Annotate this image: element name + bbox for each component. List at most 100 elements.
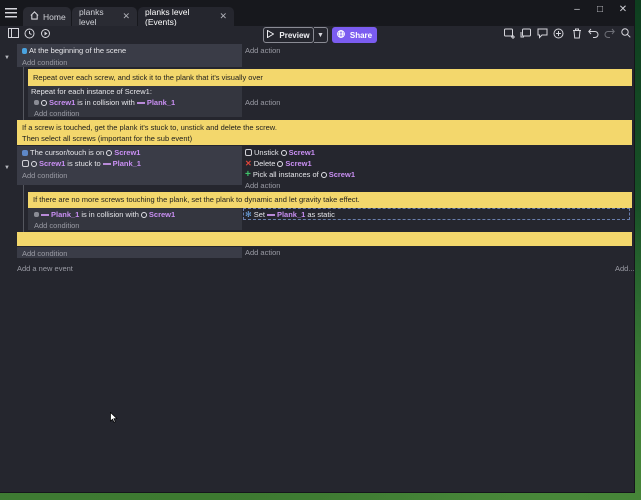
preview-button[interactable]: Preview bbox=[263, 27, 314, 43]
physics-gear-icon: ✻ bbox=[245, 210, 252, 219]
collapse-chevron-icon[interactable]: ▼ bbox=[4, 165, 10, 171]
delete-icon[interactable] bbox=[570, 28, 584, 42]
condition-stuck-to[interactable]: Screw1 is stuck to Plank_1 bbox=[22, 159, 141, 168]
add-more-link[interactable]: Add... bbox=[615, 264, 635, 273]
add-comment-icon[interactable] bbox=[535, 28, 549, 42]
comment-block[interactable]: Repeat over each screw, and stick it to … bbox=[28, 69, 632, 86]
object-name: Screw1 bbox=[49, 98, 76, 107]
comment-line-1: If a screw is touched, get the plank it'… bbox=[22, 123, 277, 132]
condition-text: is in collision with bbox=[77, 98, 135, 107]
globe-icon bbox=[336, 30, 345, 40]
action-text: Delete bbox=[253, 159, 276, 168]
screw-object-icon bbox=[41, 99, 47, 106]
tab-home-label: Home bbox=[43, 11, 66, 22]
hamburger-menu-icon[interactable] bbox=[5, 7, 19, 19]
collapse-chevron-icon[interactable]: ▼ bbox=[4, 55, 10, 61]
share-label: Share bbox=[349, 30, 373, 40]
screw-object-icon bbox=[140, 211, 147, 218]
action-text: as static bbox=[307, 210, 335, 219]
close-window-button[interactable]: ✕ bbox=[613, 4, 633, 15]
add-action-link[interactable]: Add action bbox=[245, 248, 280, 257]
add-condition-link[interactable]: Add condition bbox=[34, 109, 79, 118]
action-pick-all[interactable]: + Pick all instances of Screw1 bbox=[245, 168, 355, 180]
add-event-icon[interactable] bbox=[503, 28, 517, 42]
search-icon[interactable] bbox=[619, 28, 633, 42]
add-other-icon[interactable] bbox=[551, 28, 565, 42]
action-set-static[interactable]: ✻ Set Plank_1 as static bbox=[245, 210, 335, 219]
home-icon bbox=[30, 11, 39, 22]
action-text: Unstick bbox=[254, 148, 279, 157]
add-condition-link[interactable]: Add condition bbox=[34, 221, 79, 230]
tab-home[interactable]: Home bbox=[23, 7, 71, 26]
panels-icon[interactable] bbox=[6, 28, 20, 42]
add-action-link[interactable]: Add action bbox=[245, 46, 280, 55]
play-icon bbox=[267, 29, 275, 40]
close-tab-icon[interactable]: ✕ bbox=[219, 11, 227, 22]
chevron-down-icon: ▼ bbox=[317, 31, 324, 39]
plank-object-icon bbox=[136, 101, 145, 104]
comment-line-2: Then select all screws (important for th… bbox=[22, 134, 193, 143]
preview-options-dropdown[interactable]: ▼ bbox=[314, 27, 328, 43]
condition-text: is in collision with bbox=[81, 210, 139, 219]
tab-bar: Home planks level ✕ planks level (Events… bbox=[0, 0, 634, 27]
tab-planks-level[interactable]: planks level ✕ bbox=[72, 7, 137, 27]
object-name: Plank_1 bbox=[51, 210, 80, 219]
condition-text: At the beginning of the scene bbox=[29, 46, 127, 55]
add-subevent-icon[interactable] bbox=[519, 28, 533, 42]
add-condition-link[interactable]: Add condition bbox=[22, 249, 67, 258]
cursor-icon bbox=[22, 149, 28, 156]
maximize-button[interactable]: □ bbox=[590, 4, 610, 15]
object-name: Plank_1 bbox=[146, 98, 176, 107]
plus-icon: + bbox=[245, 168, 251, 180]
empty-comment-block[interactable] bbox=[17, 232, 632, 246]
repeat-header-text: Repeat for each instance of Screw1: bbox=[31, 87, 152, 96]
screw-object-icon bbox=[31, 160, 37, 167]
object-name: Screw1 bbox=[285, 159, 312, 168]
mouse-cursor-icon bbox=[110, 411, 118, 425]
add-condition-link[interactable]: Add condition bbox=[22, 58, 67, 67]
toolbar: Preview ▼ Share bbox=[0, 26, 634, 45]
object-name: Screw1 bbox=[328, 170, 355, 179]
condition-text: The cursor/touch is on bbox=[30, 148, 105, 157]
sticker-icon bbox=[22, 160, 29, 167]
tab-planks-level-events[interactable]: planks level (Events) ✕ bbox=[138, 6, 234, 27]
share-button[interactable]: Share bbox=[332, 27, 377, 43]
add-action-link[interactable]: Add action bbox=[245, 98, 280, 107]
gdevelop-window: Home planks level ✕ planks level (Events… bbox=[0, 0, 635, 492]
redo-icon[interactable] bbox=[602, 28, 616, 42]
repeat-header[interactable]: Repeat for each instance of Screw1: bbox=[31, 87, 152, 96]
add-action-link[interactable]: Add action bbox=[245, 181, 280, 190]
close-tab-icon[interactable]: ✕ bbox=[122, 11, 130, 22]
action-text: Set bbox=[253, 210, 265, 219]
object-name: Screw1 bbox=[114, 148, 141, 157]
screw-object-icon bbox=[320, 171, 327, 178]
condition-scene-start[interactable]: At the beginning of the scene bbox=[22, 46, 126, 55]
event-sheet: ▼ At the beginning of the scene Add cond… bbox=[0, 44, 635, 492]
condition-plank-collision[interactable]: Plank_1 is in collision with Screw1 bbox=[34, 210, 175, 219]
condition-collision[interactable]: Screw1 is in collision with Plank_1 bbox=[34, 98, 175, 107]
subevent-tree-line bbox=[23, 185, 24, 232]
plank-object-icon bbox=[41, 213, 49, 216]
preview-label: Preview bbox=[279, 30, 310, 40]
screw-object-icon bbox=[106, 149, 113, 156]
action-unstick[interactable]: Unstick Screw1 bbox=[245, 148, 315, 157]
condition-cursor-on[interactable]: The cursor/touch is on Screw1 bbox=[22, 148, 140, 157]
screw-object-icon bbox=[280, 149, 287, 156]
tab-events-label: planks level (Events) bbox=[145, 6, 190, 27]
history-icon[interactable] bbox=[22, 28, 36, 42]
delete-x-icon: ✕ bbox=[245, 159, 252, 168]
scene-icon bbox=[22, 47, 27, 54]
minimize-button[interactable]: – bbox=[567, 4, 587, 15]
add-condition-link[interactable]: Add condition bbox=[22, 171, 67, 180]
comment-block[interactable]: If there are no more screws touching the… bbox=[28, 192, 632, 208]
undo-icon[interactable] bbox=[586, 28, 600, 42]
screw-object-icon bbox=[277, 160, 284, 167]
action-delete[interactable]: ✕ Delete Screw1 bbox=[245, 159, 312, 168]
comment-block[interactable]: If a screw is touched, get the plank it'… bbox=[17, 120, 632, 145]
debugger-icon[interactable] bbox=[38, 28, 52, 42]
condition-text: is stuck to bbox=[67, 159, 101, 168]
collision-icon bbox=[34, 212, 39, 217]
object-name: Screw1 bbox=[148, 210, 176, 219]
add-new-event-link[interactable]: Add a new event bbox=[17, 264, 73, 273]
plank-object-icon bbox=[266, 213, 275, 216]
